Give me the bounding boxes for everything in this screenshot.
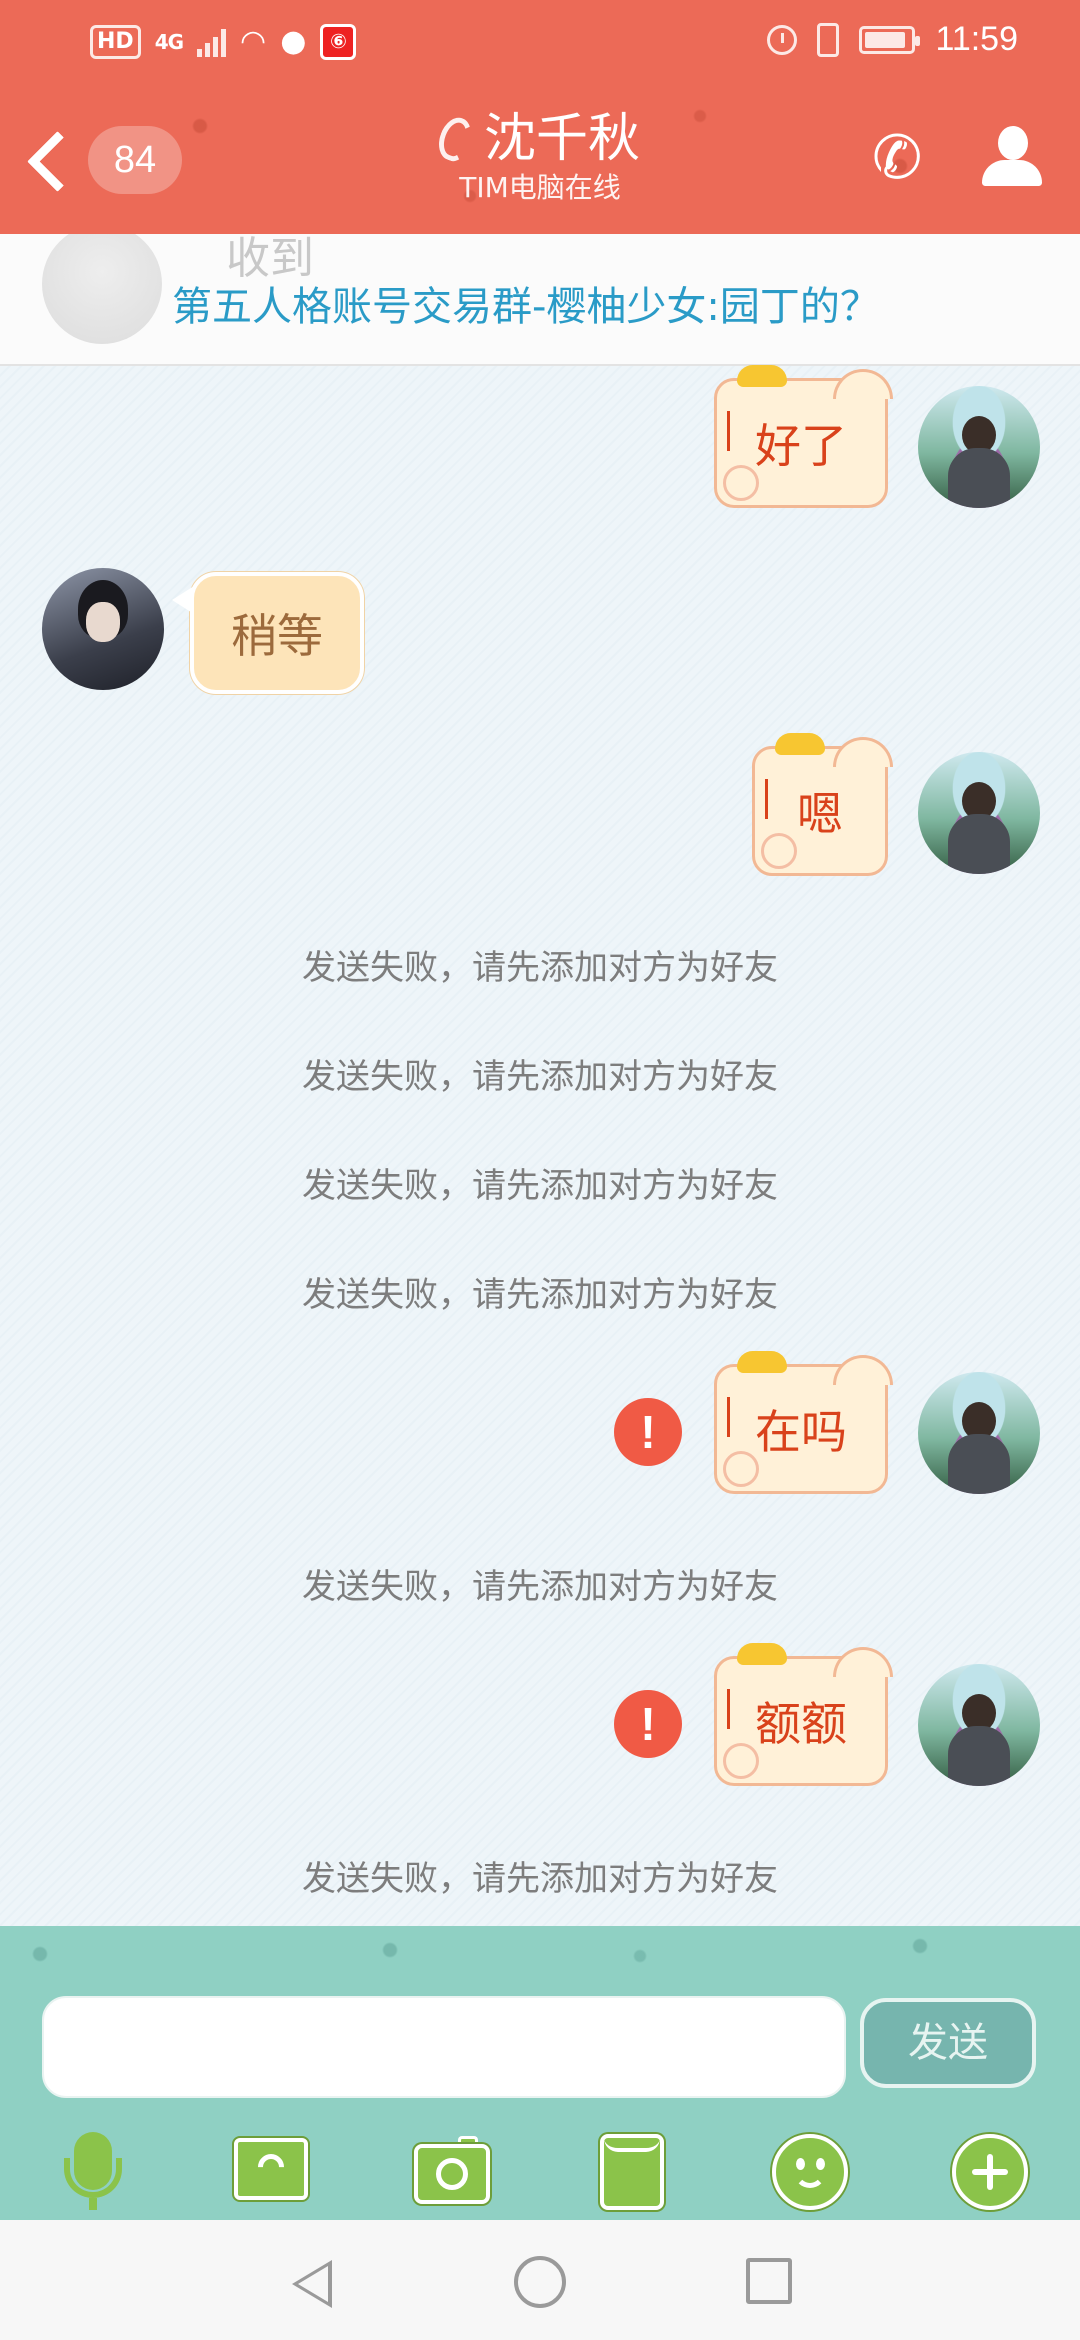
wechat-icon: ● <box>280 24 307 59</box>
banner-text[interactable]: 第五人格账号交易群-樱柚少女:园丁的？ <box>172 274 880 332</box>
message-bubble-sent[interactable]: 好了 <box>714 365 893 508</box>
status-bar: HD 4G ◠ ● ⑥ 11:59 <box>0 0 1080 86</box>
contact-icon[interactable] <box>980 126 1044 190</box>
signal-icon <box>197 27 227 57</box>
camera-icon[interactable] <box>412 2132 492 2212</box>
message-bubble-sent[interactable]: 额额 <box>714 1643 893 1786</box>
seal-icon <box>723 1743 759 1779</box>
send-button[interactable]: 发送 <box>860 1998 1036 2088</box>
plus-icon[interactable] <box>950 2132 1030 2212</box>
message-text: 稍等 <box>231 609 323 663</box>
netease-music-icon: ⑥ <box>320 24 357 60</box>
system-message: 发送失败，请先添加对方为好友 <box>302 948 778 988</box>
send-failed-icon[interactable]: ! <box>614 1398 682 1466</box>
network-type: 4G <box>154 30 184 54</box>
banner-avatar <box>42 234 162 344</box>
nav-back-icon[interactable] <box>284 2258 332 2308</box>
emoji-icon[interactable] <box>770 2132 850 2212</box>
seal-icon <box>761 833 797 869</box>
vibrate-icon <box>817 22 840 57</box>
system-message: 发送失败，请先添加对方为好友 <box>302 1166 778 1206</box>
my-avatar[interactable] <box>918 386 1040 508</box>
message-text: 在吗 <box>755 1405 847 1459</box>
chat-header: 84 沈千秋 TIM电脑在线 <box>0 86 1080 234</box>
send-failed-icon[interactable]: ! <box>614 1690 682 1758</box>
my-avatar[interactable] <box>918 1372 1040 1494</box>
alarm-icon <box>767 24 798 55</box>
phone-icon[interactable] <box>872 128 932 188</box>
message-text: 额额 <box>755 1697 847 1751</box>
message-bubble-received[interactable]: 稍等 <box>172 572 364 694</box>
system-message: 发送失败，请先添加对方为好友 <box>302 1859 778 1899</box>
group-message-banner[interactable]: 收到 第五人格账号交易群-樱柚少女:园丁的？ <box>0 234 1080 366</box>
contact-avatar[interactable] <box>42 568 164 690</box>
nav-recents-icon[interactable] <box>746 2258 792 2304</box>
system-message: 发送失败，请先添加对方为好友 <box>302 1275 778 1315</box>
battery-icon <box>859 25 921 54</box>
message-text: 好了 <box>755 419 847 473</box>
chat-title: 沈千秋 <box>483 109 640 169</box>
system-message: 发送失败，请先添加对方为好友 <box>302 1567 778 1607</box>
my-avatar[interactable] <box>918 1664 1040 1786</box>
clock: 11:59 <box>935 20 1018 58</box>
hd-icon: HD <box>90 25 141 59</box>
message-bubble-sent[interactable]: 嗯 <box>752 733 893 876</box>
message-input[interactable] <box>42 1996 846 2098</box>
microphone-icon[interactable] <box>52 2132 132 2212</box>
nav-home-icon[interactable] <box>514 2256 566 2308</box>
system-nav-bar <box>0 2220 1080 2340</box>
my-avatar[interactable] <box>918 752 1040 874</box>
message-text: 嗯 <box>797 787 843 841</box>
ear-icon <box>433 113 477 165</box>
photo-icon[interactable] <box>232 2132 312 2212</box>
input-bar: 发送 <box>0 1926 1080 2220</box>
wifi-icon: ◠ <box>240 24 267 59</box>
seal-icon <box>723 1451 759 1487</box>
file-icon[interactable] <box>592 2132 672 2212</box>
message-list[interactable]: 好了 稍等 嗯 发送失败，请先添加对方为好友 发送失败，请先添加对方为好友 发送… <box>0 365 1080 1926</box>
message-bubble-sent[interactable]: 在吗 <box>714 1351 893 1494</box>
seal-icon <box>723 465 759 501</box>
system-message: 发送失败，请先添加对方为好友 <box>302 1057 778 1097</box>
